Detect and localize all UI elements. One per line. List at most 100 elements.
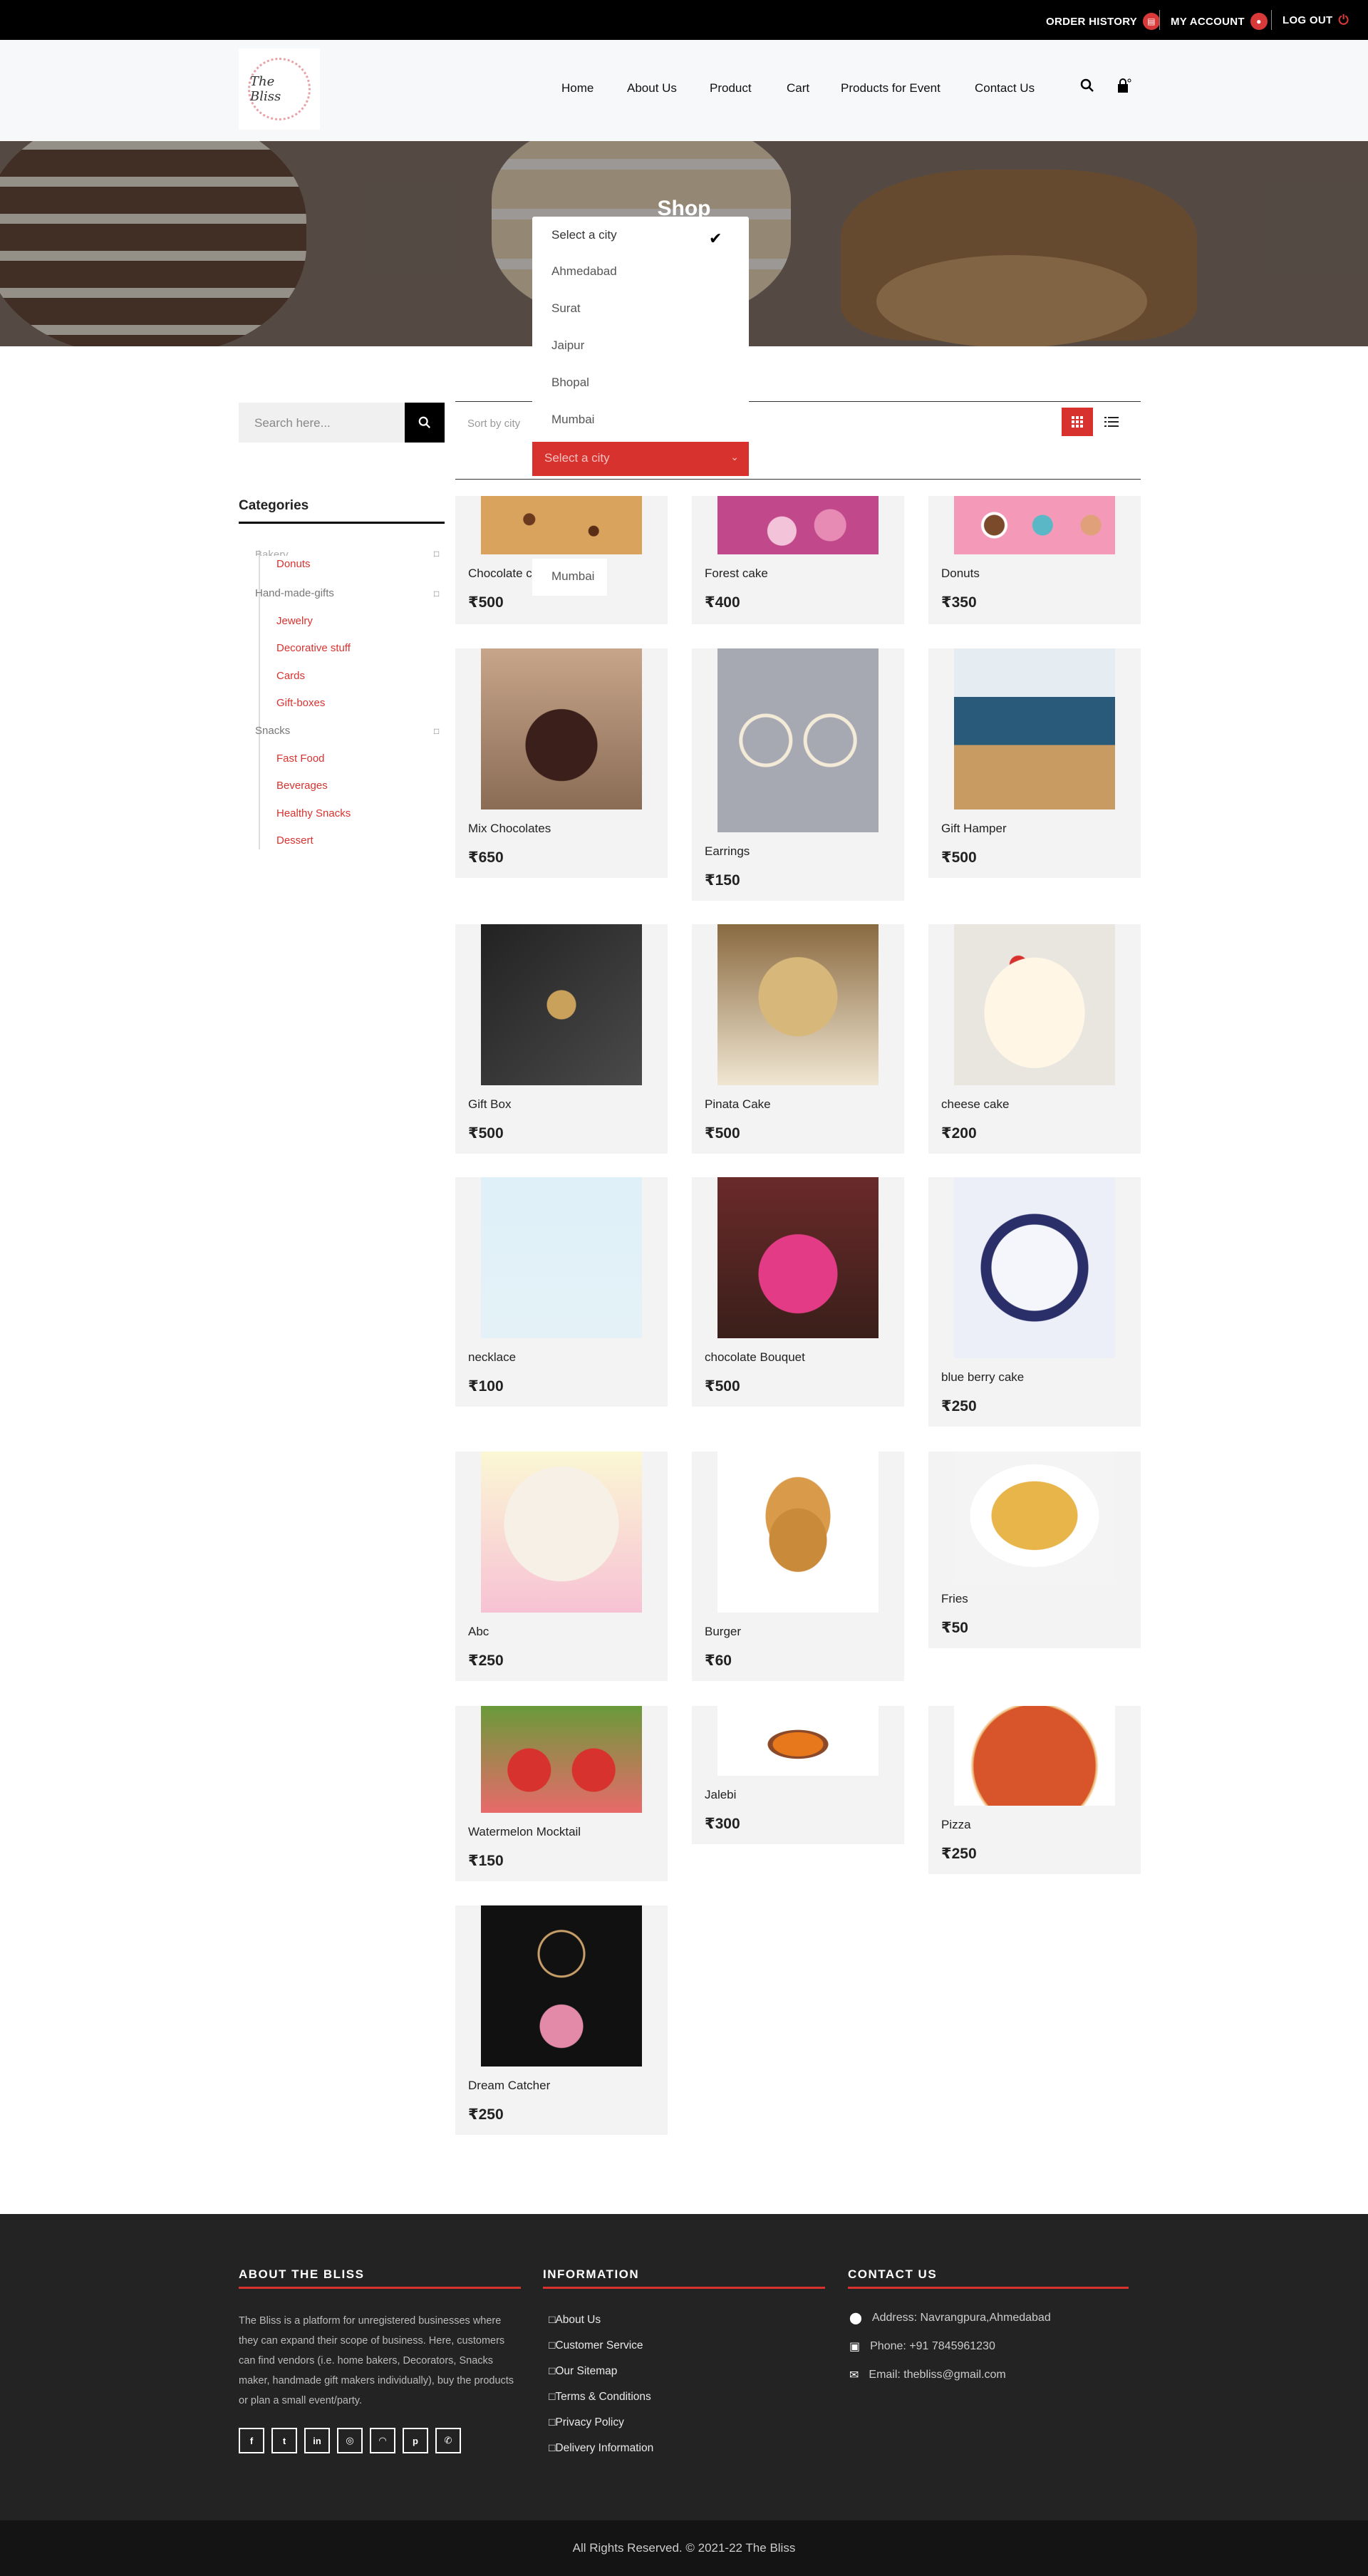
product-name[interactable]: necklace — [468, 1350, 516, 1365]
product-card[interactable]: Fries ₹50 — [928, 1452, 1141, 1648]
product-image[interactable] — [717, 1177, 879, 1338]
nav-products-for-event[interactable]: Products for Event — [841, 81, 940, 95]
product-image[interactable] — [481, 924, 642, 1085]
twitter-icon[interactable]: t — [271, 2428, 297, 2453]
product-image[interactable] — [954, 496, 1115, 554]
product-card[interactable]: Pinata Cake ₹500 — [692, 924, 904, 1154]
product-card[interactable]: blue berry cake ₹250 — [928, 1177, 1141, 1427]
product-image[interactable] — [717, 648, 879, 832]
product-name[interactable]: Jalebi — [705, 1788, 736, 1802]
product-card[interactable]: Gift Box ₹500 — [455, 924, 668, 1154]
linkedin-icon[interactable]: in — [304, 2428, 330, 2453]
category-jewelry[interactable]: Jewelry — [276, 615, 313, 627]
expand-icon[interactable]: □ — [434, 589, 439, 599]
city-option[interactable]: Jaipur — [551, 338, 584, 353]
city-option[interactable]: Ahmedabad — [551, 264, 617, 279]
product-image[interactable] — [954, 648, 1115, 809]
order-history-link[interactable]: ORDER HISTORY ▤ — [1046, 13, 1161, 30]
product-card[interactable]: Earrings ₹150 — [692, 648, 904, 901]
footer-link-about-us[interactable]: □About Us — [549, 2314, 601, 2327]
footer-link-terms[interactable]: □Terms & Conditions — [549, 2391, 651, 2404]
product-name[interactable]: chocolate Bouquet — [705, 1350, 805, 1365]
product-card[interactable]: Pizza ₹250 — [928, 1706, 1141, 1874]
nav-about-us[interactable]: About Us — [627, 81, 677, 95]
product-card[interactable]: Donuts ₹350 — [928, 496, 1141, 624]
pinterest-icon[interactable]: p — [403, 2428, 428, 2453]
facebook-icon[interactable]: f — [239, 2428, 264, 2453]
category-fast-food[interactable]: Fast Food — [276, 752, 325, 765]
product-name[interactable]: Forest cake — [705, 567, 768, 581]
category-donuts[interactable]: Donuts — [276, 558, 311, 570]
city-option[interactable]: Surat — [551, 301, 581, 316]
product-card[interactable]: Mix Chocolates ₹650 — [455, 648, 668, 878]
category-dessert[interactable]: Dessert — [276, 834, 314, 847]
footer-link-sitemap[interactable]: □Our Sitemap — [549, 2365, 617, 2378]
product-image[interactable] — [481, 648, 642, 809]
product-card[interactable]: Watermelon Mocktail ₹150 — [455, 1706, 668, 1881]
expand-icon[interactable]: □ — [434, 549, 439, 559]
product-card[interactable]: necklace ₹100 — [455, 1177, 668, 1407]
nav-cart[interactable]: Cart — [787, 81, 809, 95]
logo[interactable]: The Bliss — [239, 48, 320, 130]
product-image[interactable] — [954, 1177, 1115, 1358]
city-option[interactable]: Mumbai — [551, 569, 594, 584]
product-image[interactable] — [481, 1177, 642, 1338]
product-name[interactable]: Pinata Cake — [705, 1097, 771, 1112]
category-beverages[interactable]: Beverages — [276, 780, 328, 792]
product-name[interactable]: Fries — [941, 1592, 968, 1606]
product-name[interactable]: Earrings — [705, 844, 750, 859]
city-select[interactable]: Select a city ⌄ — [532, 442, 749, 476]
whatsapp-icon[interactable]: ✆ — [435, 2428, 461, 2453]
product-name[interactable]: cheese cake — [941, 1097, 1009, 1112]
product-image[interactable] — [717, 496, 879, 554]
product-name[interactable]: Gift Box — [468, 1097, 511, 1112]
footer-link-delivery[interactable]: □Delivery Information — [549, 2442, 653, 2455]
category-bakery[interactable]: Bakery — [255, 549, 289, 556]
shopping-bag-icon[interactable] — [1116, 78, 1131, 98]
my-account-link[interactable]: MY ACCOUNT ● — [1171, 13, 1268, 30]
product-name[interactable]: Donuts — [941, 567, 980, 581]
product-name[interactable]: blue berry cake — [941, 1370, 1024, 1385]
product-image[interactable] — [481, 1452, 642, 1613]
product-card[interactable]: Gift Hamper ₹500 — [928, 648, 1141, 878]
product-card[interactable]: Abc ₹250 — [455, 1452, 668, 1681]
product-image[interactable] — [481, 496, 642, 554]
product-name[interactable]: Burger — [705, 1625, 741, 1639]
footer-link-customer-service[interactable]: □Customer Service — [549, 2339, 643, 2352]
category-snacks[interactable]: Snacks — [255, 725, 290, 737]
product-card[interactable]: Burger ₹60 — [692, 1452, 904, 1681]
category-decorative-stuff[interactable]: Decorative stuff — [276, 642, 351, 654]
footer-email[interactable]: ✉ Email: thebliss@gmail.com — [849, 2368, 1006, 2382]
grid-view-button[interactable] — [1062, 408, 1093, 436]
logout-link[interactable]: LOG OUT ⏻ — [1282, 13, 1349, 28]
category-hand-made-gifts[interactable]: Hand-made-gifts — [255, 587, 334, 599]
footer-link-privacy[interactable]: □Privacy Policy — [549, 2416, 624, 2429]
product-card[interactable]: chocolate Bouquet ₹500 — [692, 1177, 904, 1407]
search-input[interactable]: Search here... — [239, 403, 405, 443]
category-healthy-snacks[interactable]: Healthy Snacks — [276, 807, 351, 819]
product-image[interactable] — [717, 1706, 879, 1776]
product-name[interactable]: Watermelon Mocktail — [468, 1825, 581, 1839]
nav-product[interactable]: Product — [710, 81, 752, 95]
product-card[interactable]: Dream Catcher ₹250 — [455, 1905, 668, 2135]
city-option[interactable]: Select a city — [551, 228, 617, 242]
product-image[interactable] — [954, 1452, 1115, 1580]
product-card[interactable]: cheese cake ₹200 — [928, 924, 1141, 1154]
product-image[interactable] — [954, 1706, 1115, 1806]
dribbble-icon[interactable]: ◎ — [337, 2428, 363, 2453]
product-image[interactable] — [717, 1452, 879, 1613]
product-image[interactable] — [954, 924, 1115, 1085]
product-card[interactable]: Forest cake ₹400 — [692, 496, 904, 624]
nav-contact-us[interactable]: Contact Us — [975, 81, 1035, 95]
search-icon[interactable] — [1080, 78, 1094, 97]
category-cards[interactable]: Cards — [276, 670, 305, 682]
expand-icon[interactable]: □ — [434, 726, 439, 736]
city-option[interactable]: Bhopal — [551, 376, 589, 390]
list-view-button[interactable] — [1101, 408, 1122, 436]
search-button[interactable] — [405, 403, 445, 443]
product-name[interactable]: Pizza — [941, 1818, 971, 1832]
rss-icon[interactable]: ◠ — [370, 2428, 395, 2453]
category-gift-boxes[interactable]: Gift-boxes — [276, 697, 325, 709]
nav-home[interactable]: Home — [561, 81, 594, 95]
product-name[interactable]: Mix Chocolates — [468, 822, 551, 836]
